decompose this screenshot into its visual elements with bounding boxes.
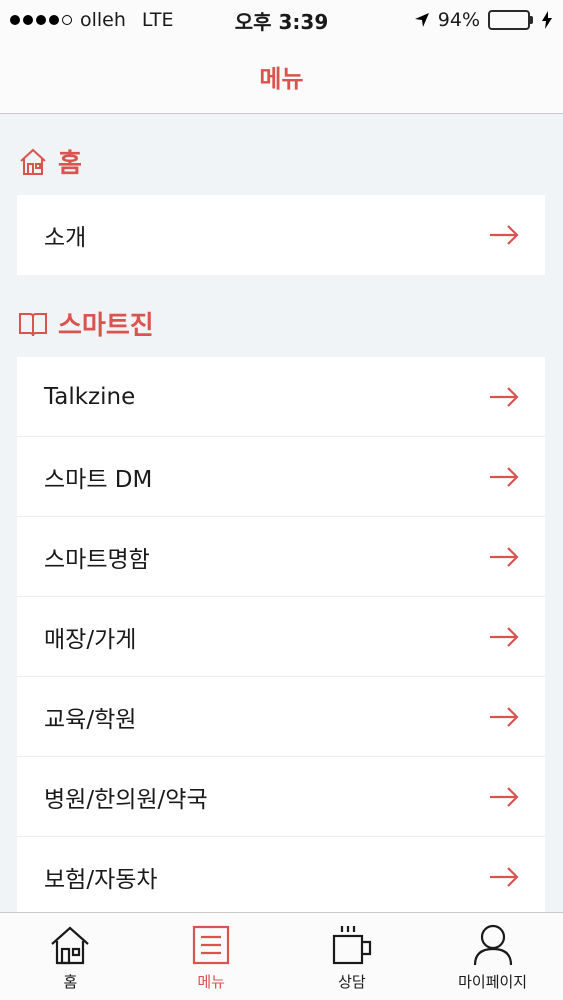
- arrow-right-icon: [490, 626, 519, 647]
- section-title-home: 홈: [58, 149, 82, 179]
- section-header-smartzine: 스마트진: [18, 305, 154, 342]
- arrow-right-icon: [490, 546, 519, 567]
- location-arrow-icon: [414, 13, 429, 27]
- arrow-right-icon: [490, 466, 519, 487]
- menu-item-talkzine[interactable]: Talkzine: [17, 357, 545, 437]
- status-bar: olleh LTE 오후 3:39 94%: [0, 0, 563, 40]
- menu-item-label: 병원/한의원/약국: [44, 786, 208, 813]
- arrow-right-icon: [490, 386, 519, 407]
- menu-item-label: 스마트명함: [44, 546, 150, 573]
- menu-item-smart-card[interactable]: 스마트명함: [17, 517, 545, 597]
- tab-label: 메뉴: [197, 973, 225, 991]
- tab-mypage[interactable]: 마이페이지: [422, 913, 563, 1000]
- carrier-name: olleh: [80, 9, 126, 31]
- menu-item-label: 보험/자동차: [44, 867, 158, 893]
- page-title: 메뉴: [259, 65, 304, 93]
- arrow-right-icon: [490, 225, 519, 245]
- section-title-smartzine: 스마트진: [58, 311, 154, 341]
- menu-item-store[interactable]: 매장/가게: [17, 597, 545, 677]
- menu-item-education[interactable]: 교육/학원: [17, 677, 545, 757]
- tab-menu[interactable]: 메뉴: [141, 913, 282, 1000]
- navigation-bar: 메뉴: [0, 40, 563, 114]
- arrow-right-icon: [490, 867, 519, 887]
- status-right: 94%: [353, 9, 553, 31]
- tab-label: 상담: [338, 973, 366, 991]
- tab-home[interactable]: 홈: [0, 913, 141, 1000]
- menu-item-smart-dm[interactable]: 스마트 DM: [17, 437, 545, 517]
- menu-item-intro[interactable]: 소개: [17, 195, 545, 275]
- charging-bolt-icon: [542, 11, 552, 29]
- arrow-right-icon: [490, 706, 519, 727]
- person-icon: [473, 924, 512, 966]
- book-icon: [19, 312, 47, 336]
- menu-icon: [193, 925, 230, 965]
- coffee-cup-icon: [332, 926, 371, 965]
- house-icon: [20, 148, 46, 175]
- status-time: 오후 3:39: [234, 9, 329, 34]
- tab-consult[interactable]: 상담: [282, 913, 423, 1000]
- tab-label: 홈: [63, 973, 78, 991]
- home-icon: [51, 926, 90, 965]
- smartzine-card: Talkzine 스마트 DM 스마트명함 매장/가게 교육/학원 병원/한의원…: [17, 357, 545, 912]
- battery-percent: 94%: [437, 9, 480, 31]
- menu-item-label: Talkzine: [44, 383, 136, 410]
- menu-item-label: 소개: [44, 225, 87, 251]
- section-header-home: 홈: [18, 143, 82, 180]
- tab-bar: 홈 메뉴 상담 마이페이지: [0, 912, 563, 1000]
- home-card: 소개: [17, 195, 545, 275]
- status-left: olleh LTE: [10, 9, 210, 31]
- tab-label: 마이페이지: [458, 973, 528, 991]
- arrow-right-icon: [490, 786, 519, 807]
- menu-item-insurance[interactable]: 보험/자동차: [17, 837, 545, 912]
- menu-content[interactable]: 홈 소개 스마트진 Talkzine 스마트 DM 스마트명함 매장/가게 교육…: [0, 115, 563, 912]
- menu-item-label: 매장/가게: [44, 626, 137, 653]
- signal-strength-icon: [10, 15, 72, 25]
- menu-item-label: 교육/학원: [44, 706, 137, 733]
- battery-icon: [488, 10, 533, 30]
- network-type: LTE: [141, 9, 174, 31]
- menu-item-hospital[interactable]: 병원/한의원/약국: [17, 757, 545, 837]
- menu-item-label: 스마트 DM: [44, 466, 153, 493]
